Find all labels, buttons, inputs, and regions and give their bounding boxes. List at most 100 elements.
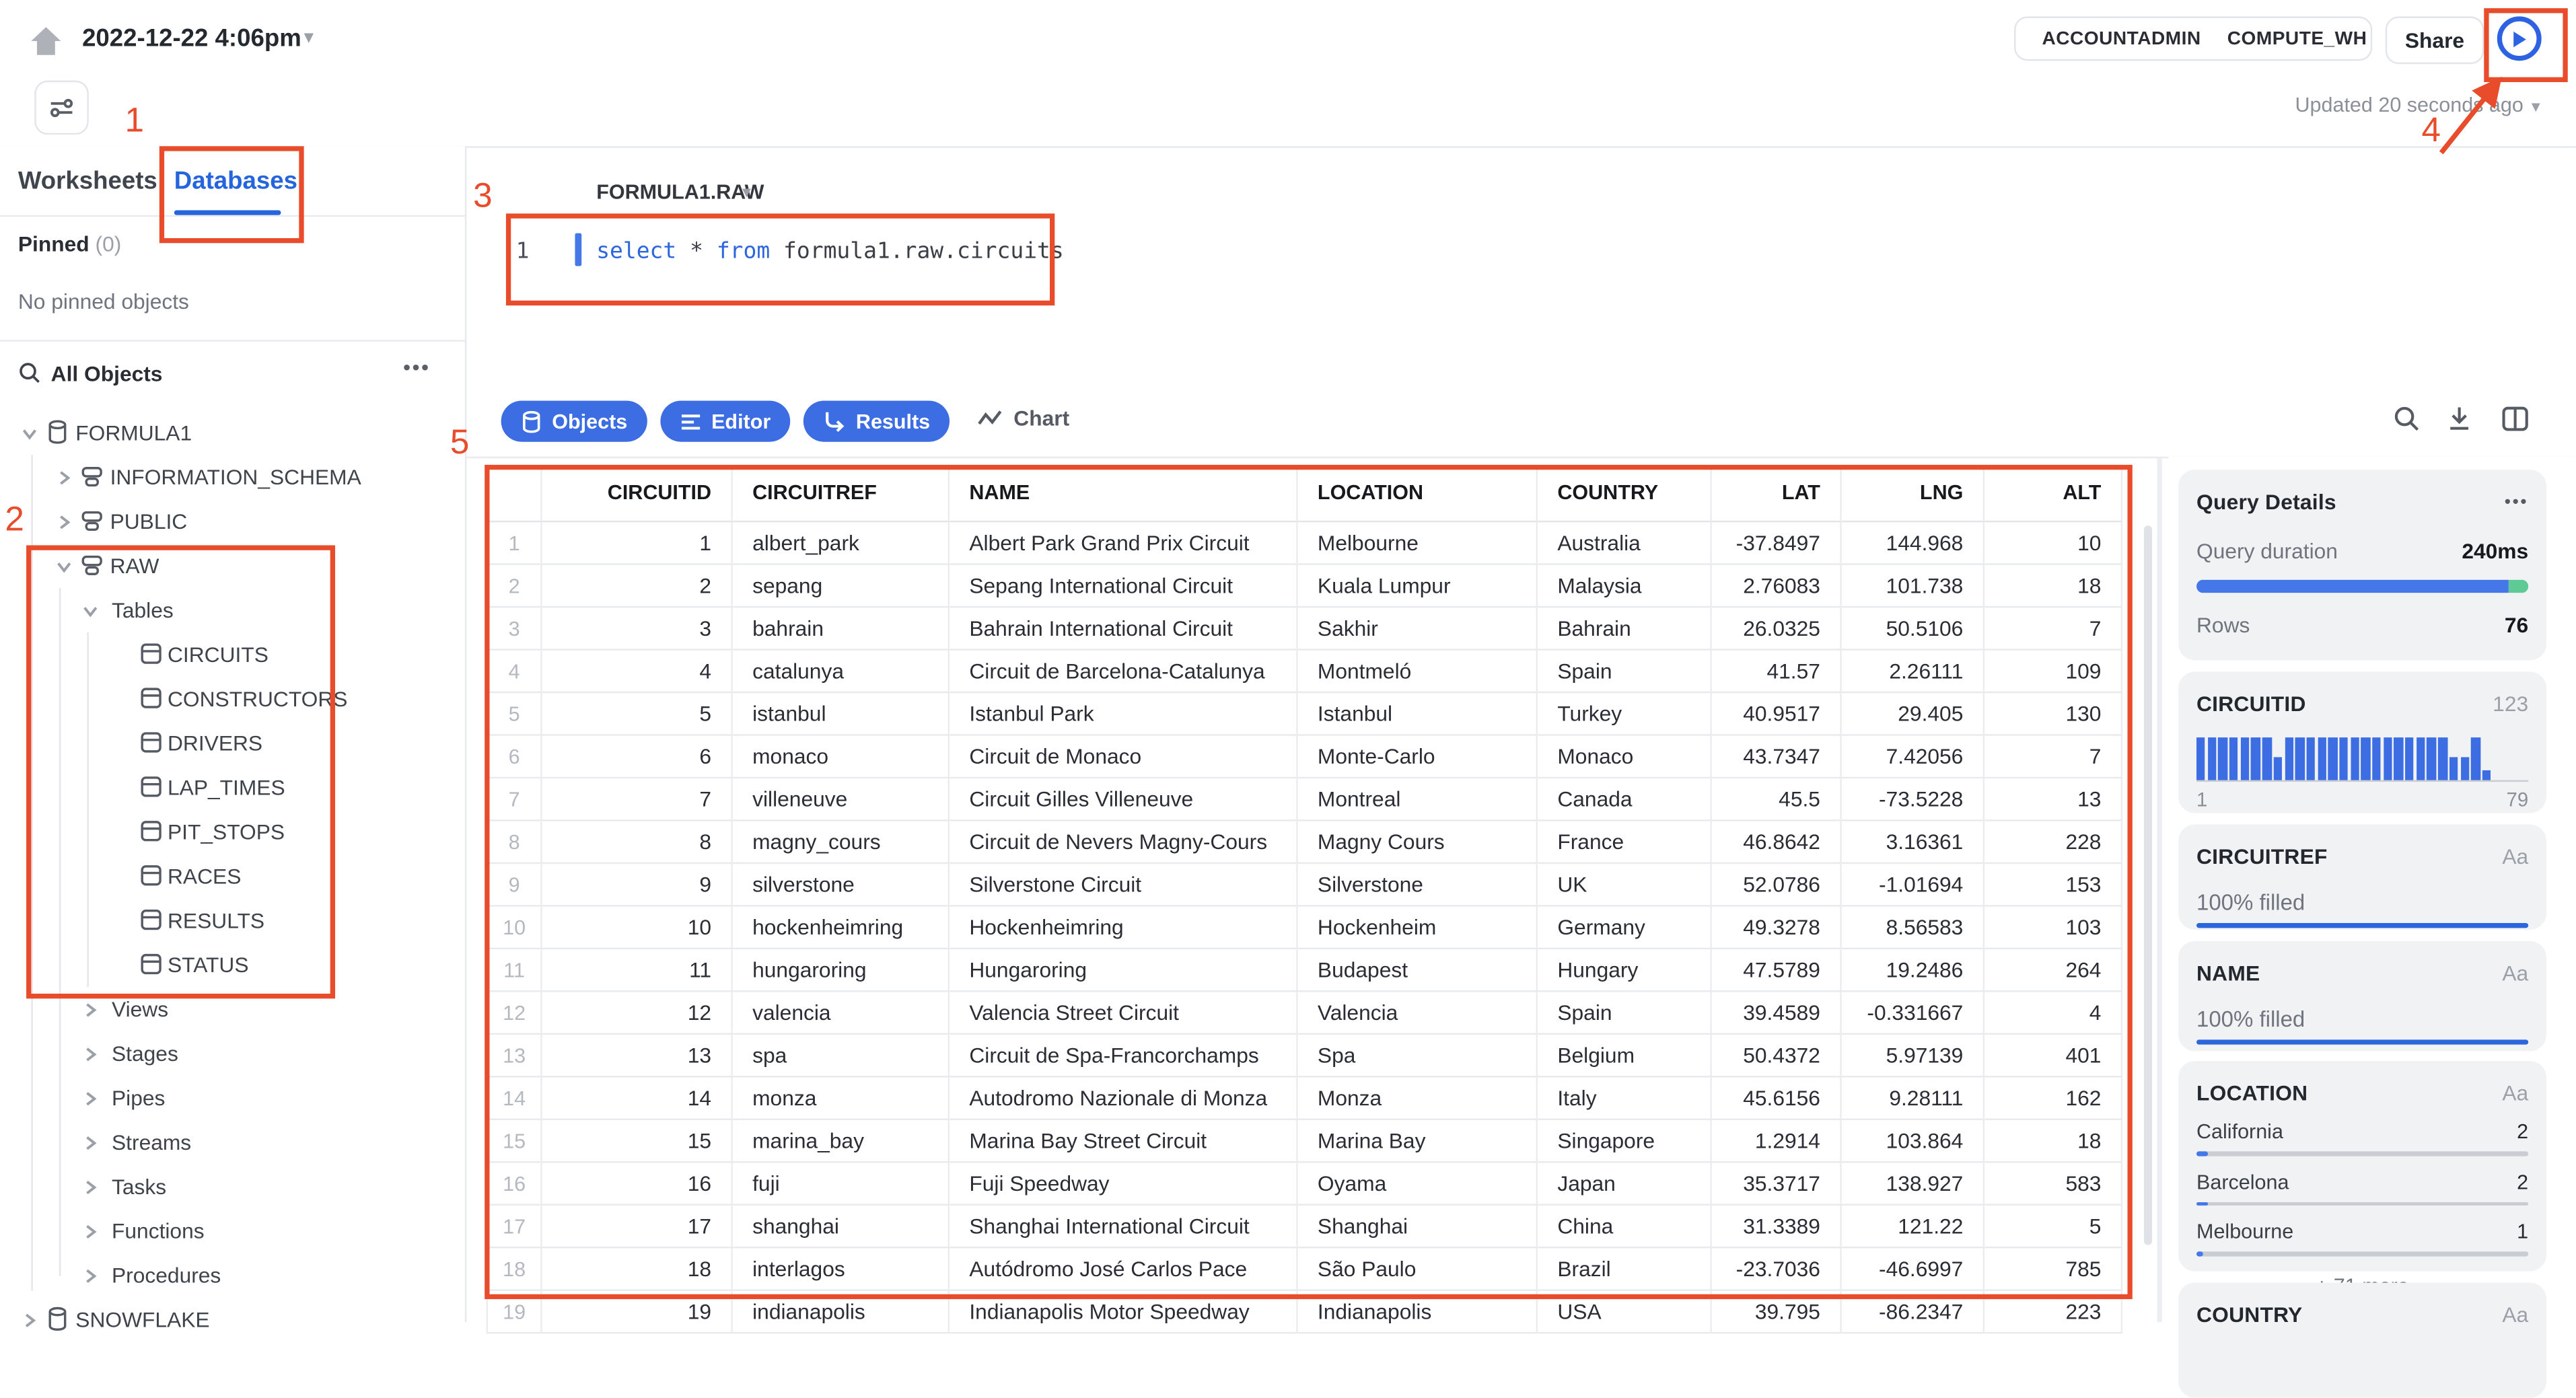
column-header-COUNTRY[interactable]: COUNTRY (1538, 464, 1712, 523)
table-row: 11 11 hungaroring Hungaroring Budapest Hungar… (488, 949, 2123, 992)
panel-resize-gutter[interactable] (2157, 458, 2162, 1323)
sidebar-item-stages[interactable]: Stages (0, 1031, 466, 1076)
column-header-LAT[interactable]: LAT (1711, 464, 1842, 523)
table-icon (138, 907, 164, 933)
chevron-right-icon[interactable] (20, 1309, 39, 1329)
progress-blue-segment (2196, 579, 2509, 593)
share-button[interactable]: Share (2385, 16, 2484, 65)
table-cell: 13 (1984, 778, 2123, 821)
card-title-row: LOCATION Aa (2196, 1080, 2528, 1105)
sidebar-item-tasks[interactable]: Tasks (0, 1165, 466, 1209)
tab-objects[interactable]: Objects (501, 400, 647, 442)
sidebar-item-lap_times[interactable]: LAP_TIMES (0, 766, 466, 810)
histogram-bar (2328, 737, 2338, 780)
columns-icon[interactable] (2501, 404, 2530, 434)
updated-status[interactable]: Updated 20 seconds ago (2295, 94, 2523, 116)
table-cell: Magny Cours (1297, 821, 1538, 864)
sidebar-item-circuits[interactable]: CIRCUITS (0, 632, 466, 677)
sidebar-item-status[interactable]: STATUS (0, 943, 466, 987)
updated-caret-icon[interactable]: ▼ (2528, 98, 2543, 114)
table-cell: Monte-Carlo (1297, 735, 1538, 779)
sidebar-item-functions[interactable]: Functions (0, 1209, 466, 1253)
chevron-right-icon[interactable] (81, 1265, 100, 1284)
tab-results[interactable]: Results (803, 400, 950, 442)
ellipsis-menu-icon[interactable]: ••• (2505, 492, 2529, 511)
table-cell: 8 (542, 821, 733, 864)
sidebar-item-streams[interactable]: Streams (0, 1120, 466, 1165)
run-query-button[interactable] (2496, 16, 2541, 61)
histogram-bar (2284, 737, 2293, 780)
chevron-right-icon[interactable] (81, 1220, 100, 1240)
chevron-right-icon[interactable] (81, 1043, 100, 1062)
query-details-card: Query Details ••• Query duration 240ms Rows 7… (2178, 470, 2547, 661)
histogram-bar (2482, 769, 2491, 780)
circuitid-histogram (2196, 737, 2529, 782)
table-cell: 9 (542, 864, 733, 907)
table-cell: 7 (542, 778, 733, 821)
value-label: Barcelona (2196, 1170, 2289, 1193)
column-header-ALT[interactable]: ALT (1984, 464, 2123, 523)
histogram-bar (2207, 737, 2217, 780)
column-header-NAME[interactable]: NAME (950, 464, 1298, 523)
table-cell: 19 (542, 1290, 733, 1334)
table-cell: 401 (1984, 1035, 2123, 1078)
column-header-CIRCUITID[interactable]: CIRCUITID (542, 464, 733, 523)
sidebar-item-information_schema[interactable]: INFORMATION_SCHEMA (0, 455, 466, 499)
value-bar-track (2196, 1251, 2529, 1256)
search-icon[interactable] (2392, 404, 2422, 434)
chevron-down-icon[interactable] (20, 422, 39, 441)
chevron-right-icon[interactable] (55, 511, 74, 530)
sidebar-item-results[interactable]: RESULTS (0, 898, 466, 943)
column-type-badge: 123 (2493, 691, 2529, 716)
column-header-LOCATION[interactable]: LOCATION (1297, 464, 1538, 523)
object-search-row[interactable]: All Objects ••• (0, 355, 466, 397)
chevron-right-icon[interactable] (81, 1087, 100, 1107)
sidebar-item-pipes[interactable]: Pipes (0, 1076, 466, 1120)
chevron-right-icon[interactable] (81, 998, 100, 1018)
table-cell: 4 (542, 650, 733, 694)
sidebar-item-drivers[interactable]: DRIVERS (0, 721, 466, 766)
sidebar-item-public[interactable]: PUBLIC (0, 499, 466, 544)
sidebar-item-pit_stops[interactable]: PIT_STOPS (0, 810, 466, 854)
sidebar-item-formula1[interactable]: FORMULA1 (0, 410, 466, 455)
sql-code-line[interactable]: select * from formula1.raw.circuits (596, 238, 1064, 264)
tab-chart[interactable]: Chart (978, 406, 1069, 431)
sidebar: Worksheets Databases Pinned (0) No pinne… (0, 146, 467, 1332)
chevron-down-icon[interactable] (81, 599, 100, 619)
role-warehouse-selector[interactable]: ACCOUNTADMIN COMPUTE_WH (2014, 16, 2373, 61)
table-cell: 50.4372 (1711, 1035, 1842, 1078)
table-scrollbar[interactable] (2143, 525, 2153, 1245)
table-row: 7 7 villeneuve Circuit Gilles Villeneuve Mon… (488, 778, 2123, 821)
sidebar-item-views[interactable]: Views (0, 987, 466, 1031)
chevron-right-icon[interactable] (81, 1176, 100, 1195)
sidebar-item-constructors[interactable]: CONSTRUCTORS (0, 677, 466, 721)
tab-editor[interactable]: Editor (660, 400, 791, 442)
sidebar-item-snowflake[interactable]: SNOWFLAKE (0, 1298, 466, 1342)
column-stat-card-country: COUNTRY Aa (2178, 1282, 2547, 1398)
sidebar-item-procedures[interactable]: Procedures (0, 1253, 466, 1298)
sidebar-item-raw[interactable]: RAW (0, 544, 466, 588)
download-icon[interactable] (2445, 404, 2474, 434)
sidebar-item-tables[interactable]: Tables (0, 588, 466, 632)
title-caret-icon[interactable]: ▼ (301, 30, 317, 48)
table-cell: -73.5228 (1841, 778, 1985, 821)
objects-menu-icon[interactable]: ••• (403, 355, 431, 379)
tree-item-label: Pipes (112, 1085, 166, 1111)
chevron-down-icon[interactable] (55, 555, 74, 575)
column-header-LNG[interactable]: LNG (1841, 464, 1985, 523)
home-icon[interactable] (26, 22, 66, 61)
table-cell: Belgium (1538, 1035, 1712, 1078)
worksheet-title[interactable]: 2022-12-22 4:06pm (82, 25, 301, 53)
hist-max: 79 (2506, 788, 2529, 812)
schema-icon (79, 507, 105, 534)
chevron-right-icon[interactable] (81, 1132, 100, 1151)
context-caret-icon[interactable]: ▼ (740, 184, 754, 200)
filters-button[interactable] (34, 80, 89, 135)
query-duration-label: Query duration (2196, 538, 2338, 564)
tab-worksheets[interactable]: Worksheets (18, 168, 157, 196)
sidebar-item-races[interactable]: RACES (0, 854, 466, 898)
chevron-right-icon[interactable] (55, 466, 74, 486)
column-header-CIRCUITREF[interactable]: CIRCUITREF (732, 464, 950, 523)
tab-databases[interactable]: Databases (174, 168, 297, 196)
column-type-badge: Aa (2502, 1080, 2529, 1105)
